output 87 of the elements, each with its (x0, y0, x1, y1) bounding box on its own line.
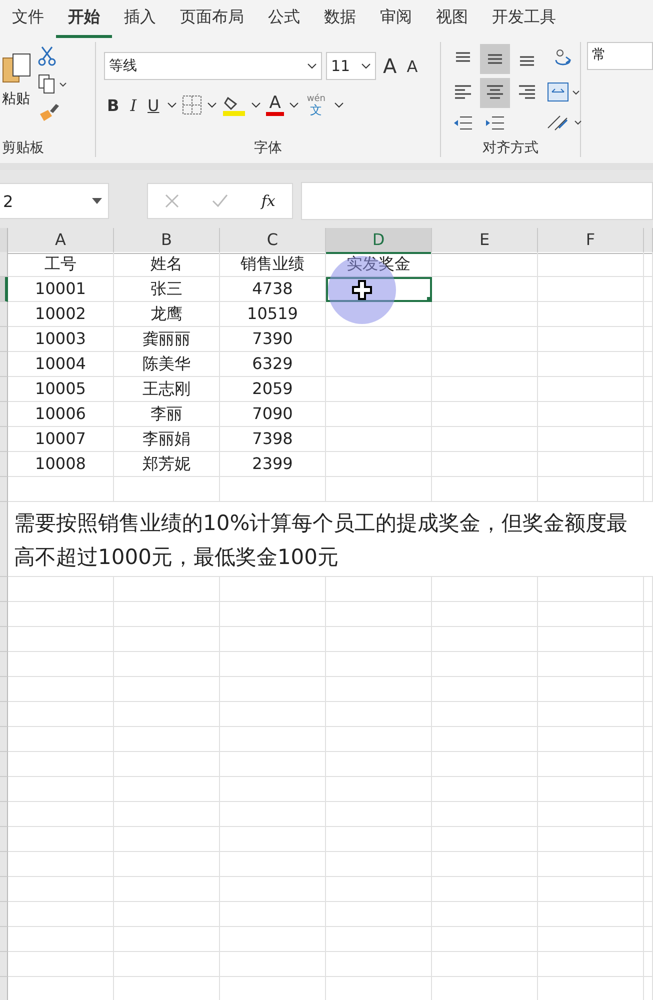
increase-indent-icon[interactable] (484, 114, 506, 132)
cursor-highlight (328, 256, 396, 324)
table-cell[interactable]: 龚丽丽 (114, 327, 220, 352)
bold-button[interactable]: B (104, 96, 122, 114)
fill-handle[interactable] (427, 297, 432, 302)
table-cell[interactable]: 实发奖金 (326, 252, 432, 277)
caret-icon[interactable] (288, 102, 299, 108)
caret-icon[interactable] (334, 102, 344, 108)
ribbon-tab[interactable]: 插入 (112, 0, 168, 38)
ribbon-tab[interactable]: 数据 (312, 0, 368, 38)
table-cell[interactable]: 张三 (114, 277, 220, 302)
table-cell[interactable]: 龙鹰 (114, 302, 220, 327)
vertical-align-button[interactable] (480, 44, 510, 74)
row-header[interactable] (0, 277, 8, 302)
table-cell[interactable] (326, 277, 432, 302)
grow-font-button[interactable]: A (380, 54, 400, 78)
table-cell[interactable]: 10008 (8, 452, 114, 477)
ribbon-tab[interactable]: 审阅 (368, 0, 424, 38)
caret-icon[interactable] (167, 102, 178, 108)
table-cell[interactable]: 10519 (220, 302, 326, 327)
column-header[interactable]: B (114, 228, 220, 254)
table-cell[interactable]: 王志刚 (114, 377, 220, 402)
font-name-field[interactable]: 等线 (104, 52, 322, 80)
caret-icon[interactable] (207, 102, 218, 108)
table-cell[interactable]: 10005 (8, 377, 114, 402)
table-cell[interactable]: 7090 (220, 402, 326, 427)
group-label: 字体 (253, 139, 283, 157)
fill-color-icon[interactable] (222, 94, 246, 116)
horizontal-align-button[interactable] (480, 78, 510, 108)
caret-icon[interactable] (307, 63, 317, 69)
column-header[interactable]: F (538, 228, 644, 254)
column-header[interactable]: D (326, 228, 432, 254)
paste-label[interactable]: 粘贴 (2, 90, 30, 108)
table-cell[interactable]: 陈美华 (114, 352, 220, 377)
table-cell[interactable]: 10006 (8, 402, 114, 427)
align-center-icon (485, 84, 505, 102)
ribbon-tab[interactable]: 公式 (256, 0, 312, 38)
column-header[interactable]: A (8, 228, 114, 254)
table-cell[interactable]: 李丽 (114, 402, 220, 427)
ribbon-tab[interactable]: 页面布局 (168, 0, 256, 38)
select-all-corner[interactable] (0, 228, 8, 254)
table-cell[interactable]: 10004 (8, 352, 114, 377)
ribbon-tab[interactable]: 文件 (0, 0, 56, 38)
table-cell[interactable]: 10001 (8, 277, 114, 302)
column-header[interactable] (644, 228, 653, 254)
italic-button[interactable]: I (127, 96, 140, 114)
name-box[interactable]: 2 (0, 183, 109, 219)
table-cell[interactable]: 10003 (8, 327, 114, 352)
table-cell[interactable]: 4738 (220, 277, 326, 302)
table-cell[interactable]: 销售业绩 (220, 252, 326, 277)
format-painter-icon[interactable] (38, 102, 60, 122)
shrink-font-button[interactable]: A (404, 56, 421, 76)
table-cell[interactable]: 姓名 (114, 252, 220, 277)
table-cell[interactable]: 7398 (220, 427, 326, 452)
font-size-field[interactable]: 11 (326, 52, 376, 80)
insert-function-button[interactable]: fx (261, 192, 276, 210)
column-header[interactable]: E (432, 228, 538, 254)
enter-icon[interactable] (212, 194, 228, 208)
ribbon-tab[interactable]: 开发工具 (480, 0, 568, 38)
table-cell[interactable]: 郑芳妮 (114, 452, 220, 477)
caret-icon[interactable] (361, 63, 371, 69)
table-cell[interactable]: 李丽娟 (114, 427, 220, 452)
table-cell[interactable]: 2399 (220, 452, 326, 477)
table-cell[interactable]: 10007 (8, 427, 114, 452)
phonetic-button[interactable]: wén 文 (304, 94, 328, 116)
merge-center-icon[interactable] (547, 82, 581, 104)
table-cell[interactable]: 7390 (220, 327, 326, 352)
table-cell[interactable]: 工号 (8, 252, 114, 277)
number-format-field[interactable]: 常 (587, 42, 653, 70)
ribbon-tab[interactable]: 视图 (424, 0, 480, 38)
decrease-indent-icon[interactable] (452, 114, 474, 132)
align-left-icon (453, 84, 473, 102)
font-color-button[interactable]: A (266, 94, 284, 116)
formula-input[interactable] (301, 182, 653, 220)
cancel-icon[interactable] (164, 194, 179, 208)
scissors-icon[interactable] (38, 46, 56, 66)
caret-icon[interactable] (251, 102, 262, 108)
group-label: 对齐方式 (482, 139, 540, 157)
table-cell[interactable]: 6329 (220, 352, 326, 377)
underline-button[interactable]: U (144, 96, 162, 114)
table-cell[interactable]: 2059 (220, 377, 326, 402)
cursor-icon (352, 280, 372, 300)
borders-icon[interactable] (182, 95, 202, 115)
table-cell[interactable]: 10002 (8, 302, 114, 327)
group-label: 剪贴板 (2, 139, 45, 157)
copy-icon[interactable] (38, 74, 68, 94)
align-right-icon (517, 84, 537, 102)
